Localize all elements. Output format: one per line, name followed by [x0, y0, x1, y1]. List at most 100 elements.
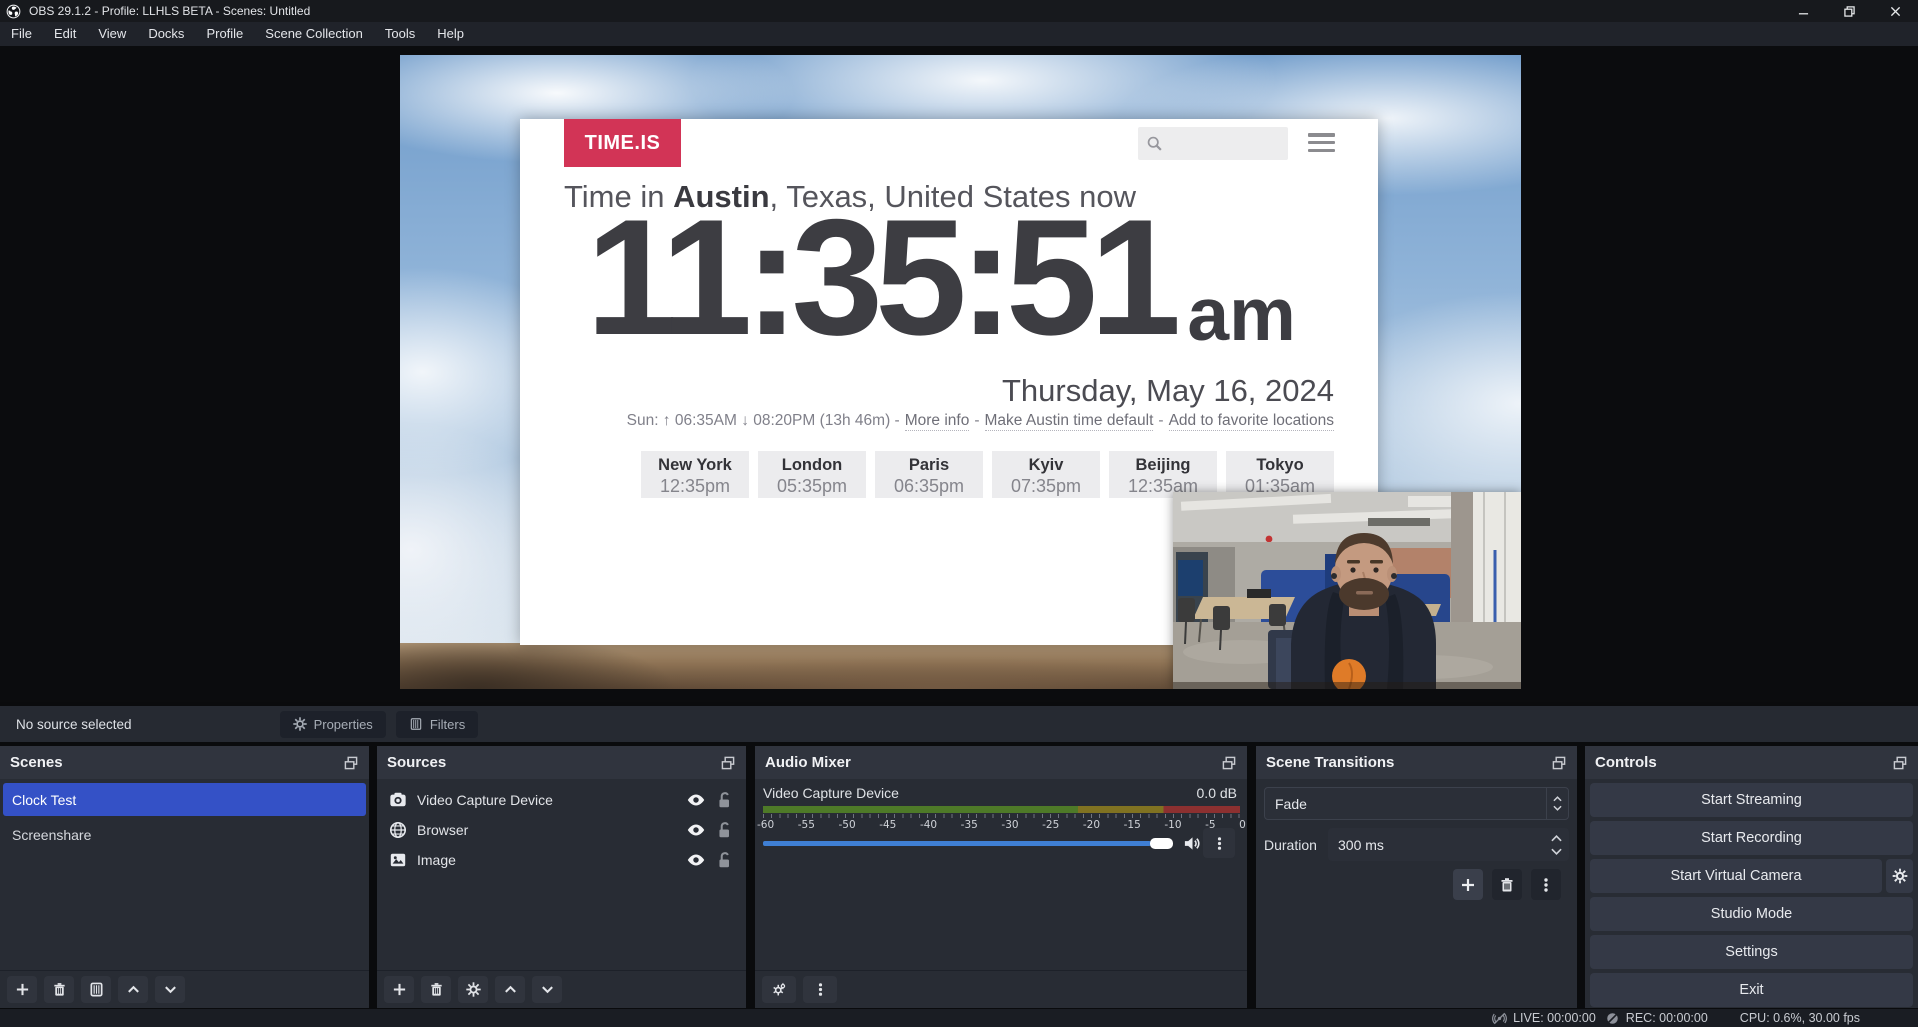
speaker-icon[interactable] — [1183, 834, 1202, 853]
world-clock-paris: Paris 06:35pm — [875, 451, 983, 498]
source-move-down-button[interactable] — [532, 976, 562, 1003]
mixer-channel-name: Video Capture Device — [763, 785, 899, 801]
dock-popout-icon[interactable] — [720, 755, 736, 771]
dock-popout-icon[interactable] — [1221, 755, 1237, 771]
timeis-search-box — [1138, 127, 1288, 160]
menu-file[interactable]: File — [0, 22, 43, 46]
tick: -40 — [920, 819, 937, 831]
clock-ampm: am — [1187, 277, 1295, 352]
add-favorite-link: Add to favorite locations — [1169, 412, 1334, 431]
source-item-video-capture[interactable]: Video Capture Device — [377, 785, 746, 815]
remove-scene-button[interactable] — [44, 976, 74, 1003]
source-label: Browser — [417, 822, 468, 838]
city-name: Tokyo — [1226, 456, 1334, 475]
scenes-toolbar — [0, 970, 369, 1008]
dock-popout-icon[interactable] — [343, 755, 359, 771]
meter-scale: -60 -55 -50 -45 -40 -35 -30 -25 -20 -15 … — [757, 819, 1246, 831]
scene-item-clock-test[interactable]: Clock Test — [3, 783, 366, 816]
visibility-eye-icon[interactable] — [686, 790, 706, 810]
mixer-level-db: 0.0 dB — [1197, 785, 1237, 801]
add-transition-button[interactable] — [1453, 869, 1483, 900]
controls-body: Start Streaming Start Recording Start Vi… — [1585, 779, 1918, 1008]
transitions-body: Fade Duration 300 ms — [1256, 779, 1577, 1008]
city-name: Beijing — [1109, 456, 1217, 475]
scene-move-down-button[interactable] — [155, 976, 185, 1003]
preview-zone: TIME.IS Time in Austin, Texas, United St… — [0, 46, 1918, 702]
menu-scene-collection[interactable]: Scene Collection — [254, 22, 374, 46]
menu-edit[interactable]: Edit — [43, 22, 87, 46]
tick: -60 — [757, 819, 774, 831]
scene-move-up-button[interactable] — [118, 976, 148, 1003]
remove-source-button[interactable] — [421, 976, 451, 1003]
clock-time: 11:35:51 — [586, 195, 1173, 360]
menu-docks[interactable]: Docks — [137, 22, 195, 46]
search-icon — [1146, 135, 1163, 152]
live-status: LIVE: 00:00:00 — [1492, 1011, 1596, 1026]
menu-profile[interactable]: Profile — [195, 22, 254, 46]
sun-separator: - — [974, 412, 979, 431]
duration-value: 300 ms — [1328, 837, 1543, 853]
source-properties-button[interactable] — [458, 976, 488, 1003]
visibility-eye-icon[interactable] — [686, 850, 706, 870]
duration-label: Duration — [1264, 837, 1317, 853]
program-canvas[interactable]: TIME.IS Time in Austin, Texas, United St… — [400, 55, 1521, 689]
spinner-arrows[interactable] — [1543, 835, 1569, 855]
exit-button[interactable]: Exit — [1590, 973, 1913, 1007]
volume-slider-handle[interactable] — [1150, 838, 1173, 849]
remove-transition-button[interactable] — [1492, 869, 1522, 900]
filters-label: Filters — [430, 717, 465, 732]
world-clock-london: London 05:35pm — [758, 451, 866, 498]
add-scene-button[interactable] — [7, 976, 37, 1003]
make-default-link: Make Austin time default — [985, 412, 1154, 431]
tick: -20 — [1083, 819, 1100, 831]
controls-title: Controls — [1595, 754, 1657, 771]
transitions-buttons — [1256, 869, 1577, 900]
menu-tools[interactable]: Tools — [374, 22, 426, 46]
city-time: 05:35pm — [758, 476, 866, 497]
scene-filters-button[interactable] — [81, 976, 111, 1003]
restore-button[interactable] — [1826, 0, 1872, 22]
add-source-button[interactable] — [384, 976, 414, 1003]
start-streaming-button[interactable]: Start Streaming — [1590, 783, 1913, 817]
source-item-browser[interactable]: Browser — [377, 815, 746, 845]
visibility-eye-icon[interactable] — [686, 820, 706, 840]
unlock-icon[interactable] — [714, 790, 734, 810]
transition-options-button[interactable] — [1531, 869, 1561, 900]
transition-select[interactable]: Fade — [1264, 787, 1569, 820]
scene-item-screenshare[interactable]: Screenshare — [3, 820, 366, 850]
filters-button[interactable]: Filters — [396, 711, 478, 738]
settings-button[interactable]: Settings — [1590, 935, 1913, 969]
virtual-camera-settings-button[interactable] — [1886, 859, 1913, 893]
tick: -15 — [1124, 819, 1141, 831]
tick: -45 — [879, 819, 896, 831]
start-virtual-camera-button[interactable]: Start Virtual Camera — [1590, 859, 1882, 893]
source-item-image[interactable]: Image — [377, 845, 746, 875]
transition-value: Fade — [1265, 796, 1546, 812]
hamburger-menu-icon — [1308, 133, 1335, 152]
studio-mode-button[interactable]: Studio Mode — [1590, 897, 1913, 931]
start-recording-button[interactable]: Start Recording — [1590, 821, 1913, 855]
properties-button[interactable]: Properties — [280, 711, 386, 738]
volume-slider-track[interactable] — [763, 841, 1151, 846]
world-clocks-row: New York 12:35pm London 05:35pm Paris 06… — [641, 451, 1334, 498]
close-button[interactable] — [1872, 0, 1918, 22]
unlock-icon[interactable] — [714, 850, 734, 870]
city-time: 12:35pm — [641, 476, 749, 497]
advanced-audio-button[interactable] — [762, 976, 796, 1003]
mixer-options-button[interactable] — [1203, 828, 1235, 858]
dock-popout-icon[interactable] — [1892, 755, 1908, 771]
duration-spinbox[interactable]: 300 ms — [1328, 828, 1569, 861]
world-clock-kyiv: Kyiv 07:35pm — [992, 451, 1100, 498]
mixer-menu-button[interactable] — [803, 976, 837, 1003]
cpu-fps-stats: CPU: 0.6%, 30.00 fps — [1740, 1011, 1860, 1025]
transitions-title: Scene Transitions — [1266, 754, 1394, 771]
source-move-up-button[interactable] — [495, 976, 525, 1003]
obs-logo-icon — [6, 4, 21, 19]
minimize-button[interactable] — [1780, 0, 1826, 22]
menu-help[interactable]: Help — [426, 22, 475, 46]
filters-icon — [409, 717, 423, 731]
audio-mixer-header: Audio Mixer — [755, 746, 1247, 779]
menu-view[interactable]: View — [87, 22, 137, 46]
dock-popout-icon[interactable] — [1551, 755, 1567, 771]
unlock-icon[interactable] — [714, 820, 734, 840]
